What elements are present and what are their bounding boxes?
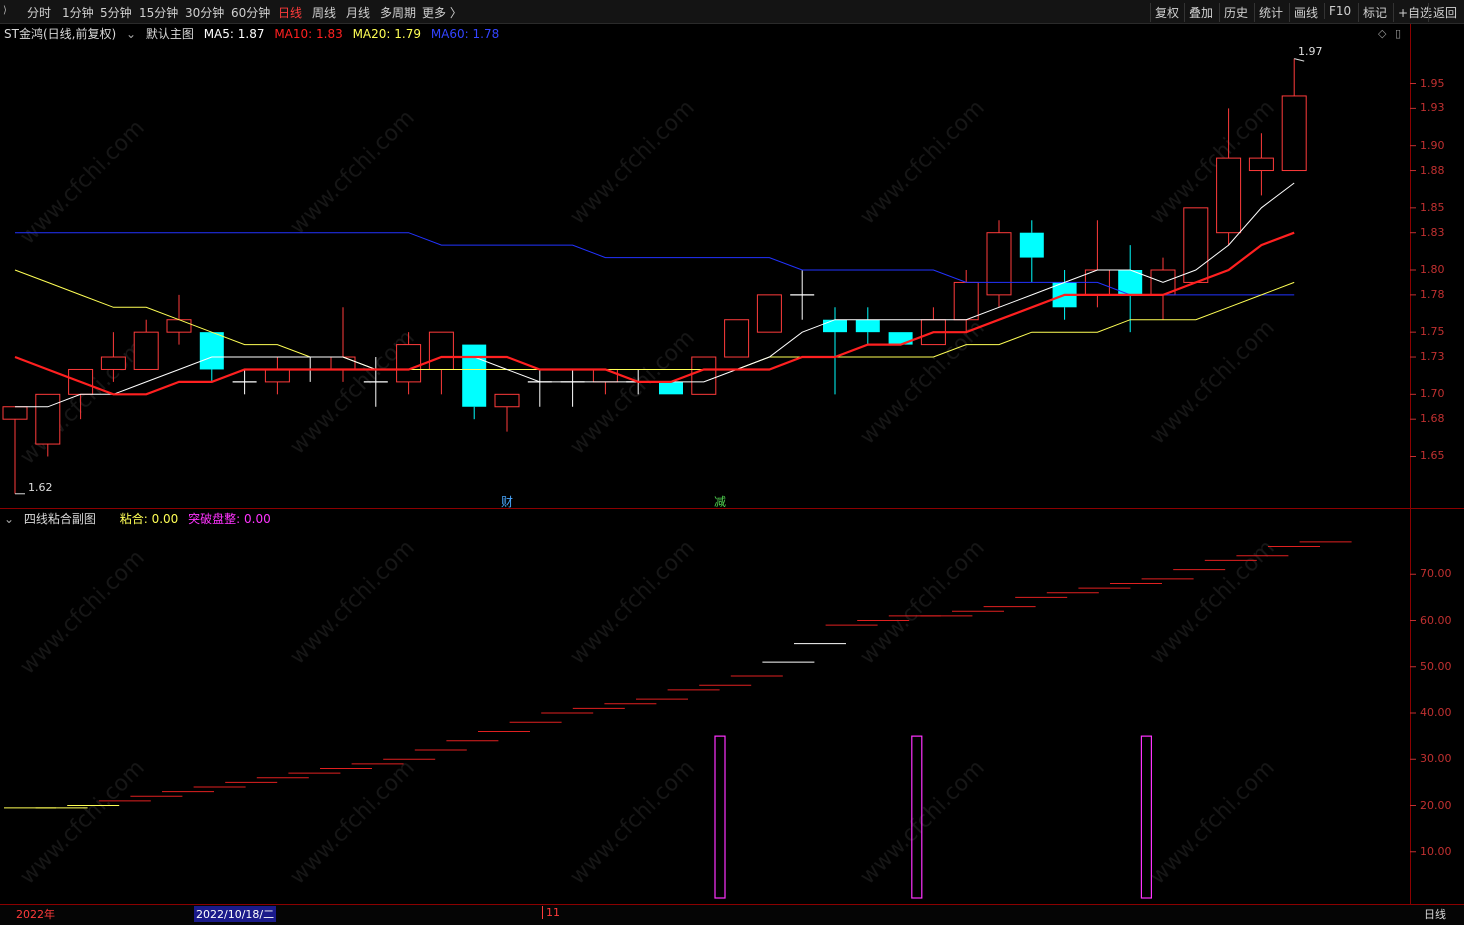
year-label: 2022年 <box>16 908 55 921</box>
candle-body-up <box>986 232 1012 296</box>
candle-body-down <box>855 319 880 333</box>
y-tick-label: 1.73 <box>1420 350 1445 364</box>
candle-body-down <box>462 344 487 407</box>
candle-body-up <box>133 331 159 370</box>
candle-body-up <box>2 406 28 420</box>
candle-body-up <box>592 368 618 383</box>
candle-body-down <box>1118 270 1143 295</box>
candle-body-up <box>428 331 454 370</box>
period-label[interactable]: 日线 <box>1424 906 1446 922</box>
y-tick-label: 1.75 <box>1420 325 1445 339</box>
y-tick-label: 1.65 <box>1420 449 1445 463</box>
breakout-bar <box>714 735 726 899</box>
y-tick-label: 1.93 <box>1420 101 1445 115</box>
kline-chart-svg[interactable] <box>0 0 1464 924</box>
y-tick-label: 1.68 <box>1420 412 1445 426</box>
low-price-label: 1.62 <box>28 481 53 494</box>
candle-body-down <box>199 332 224 370</box>
y-tick-label: 1.85 <box>1420 200 1445 214</box>
candle-body-up <box>1183 207 1209 283</box>
y-tick-label: 70.00 <box>1420 567 1452 581</box>
candle-body-up <box>1281 95 1307 172</box>
candle-body-up <box>494 393 520 408</box>
crosshair-date-label: 2022/10/18/二 <box>194 906 277 922</box>
breakout-bar <box>1140 735 1153 899</box>
y-tick-label: 60.00 <box>1420 613 1452 627</box>
y-tick-label: 1.95 <box>1420 76 1445 90</box>
high-price-label: 1.97 <box>1298 45 1323 58</box>
y-tick-label: 1.90 <box>1420 138 1445 152</box>
candle-body-up <box>100 356 126 370</box>
y-tick-label: 1.88 <box>1420 163 1445 177</box>
candle-body-up <box>724 319 750 358</box>
high-pointer <box>1294 58 1305 62</box>
candle-body-down <box>823 319 847 333</box>
y-tick-label: 1.78 <box>1420 287 1445 301</box>
candle-body-up <box>691 356 717 395</box>
candle-body-up <box>1248 157 1274 172</box>
reduce-marker[interactable]: 减 <box>714 493 726 510</box>
y-tick-label: 40.00 <box>1420 706 1452 719</box>
y-tick-label: 10.00 <box>1420 844 1452 858</box>
candle-body-down <box>659 381 683 395</box>
candle-body-up <box>396 344 422 383</box>
candle-body-down <box>1019 232 1044 258</box>
ma10-line <box>14 231 1295 396</box>
candle-body-up <box>756 294 782 333</box>
candle-body-up <box>166 319 192 333</box>
candle-body-up <box>330 356 356 370</box>
y-tick-label: 1.80 <box>1420 263 1445 276</box>
y-tick-label: 30.00 <box>1420 752 1452 766</box>
y-tick-label: 20.00 <box>1420 798 1452 812</box>
y-tick-label: 1.70 <box>1420 387 1445 401</box>
candle-body-up <box>264 368 290 383</box>
finance-marker[interactable]: 财 <box>501 493 513 510</box>
y-tick-label: 1.83 <box>1420 225 1445 239</box>
candle-body-down <box>888 332 913 345</box>
candle-body-up <box>35 393 61 445</box>
candle-body-up <box>1216 157 1242 234</box>
month-label: 11 <box>542 906 560 919</box>
candle-body-up <box>953 281 979 321</box>
breakout-bar <box>911 735 923 899</box>
y-tick-label: 50.00 <box>1420 659 1452 673</box>
